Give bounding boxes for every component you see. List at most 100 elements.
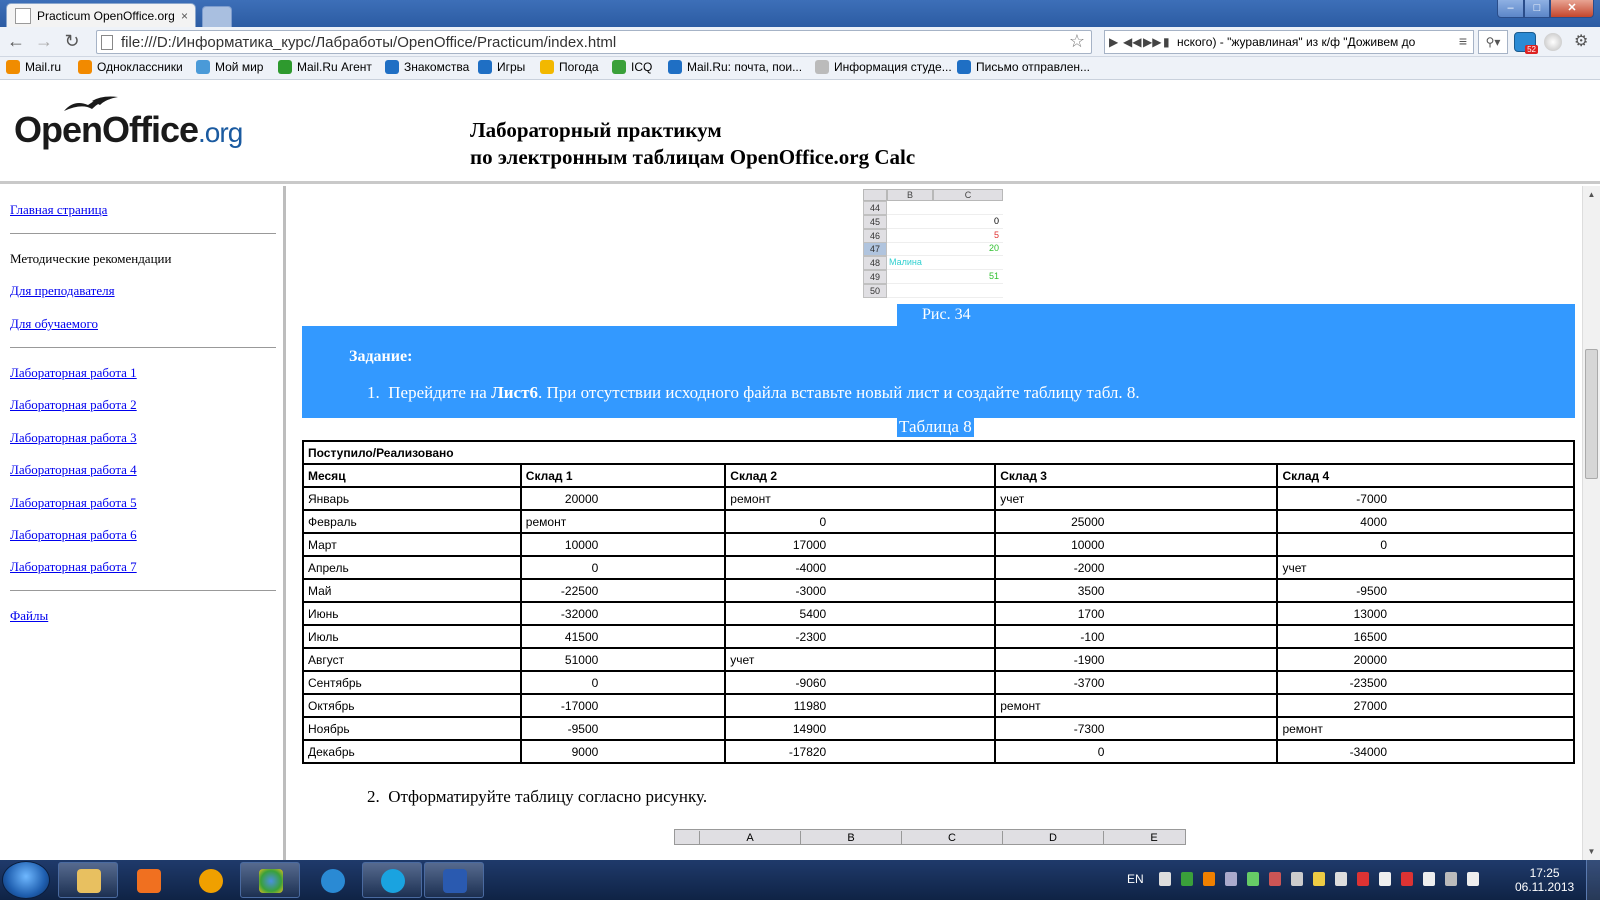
bookmark-item[interactable]: Одноклассники [78,60,183,74]
bluetooth-icon[interactable] [1225,872,1237,886]
fast-forward-icon[interactable]: ▶▶ [1143,35,1161,49]
tray-icon[interactable] [1379,872,1391,886]
bookmark-item[interactable]: Мой мир [196,60,263,74]
taskbar-mail-agent-button[interactable] [180,862,240,898]
sidebar-link-lab-4[interactable]: Лабораторная работа 4 [10,462,137,478]
sidebar-link-lab-1[interactable]: Лабораторная работа 1 [10,365,137,381]
bookmark-label: Одноклассники [97,60,183,74]
taskbar-chrome-button[interactable] [240,862,300,898]
browser-tab[interactable]: Practicum OpenOffice.org × [6,3,196,27]
tray-icon[interactable] [1269,872,1281,886]
task-item-1: 1. Перейдите на Лист6. При отсутствии ис… [367,383,1140,402]
table-cell: Февраль [302,509,522,534]
sidebar-link-lab-7[interactable]: Лабораторная работа 7 [10,559,137,575]
search-icon[interactable]: ⚲▾ [1478,30,1508,54]
table-cell: Апрель [302,555,522,580]
taskbar-skype-button[interactable] [362,862,422,898]
table-row: Январь 20000 ремонт учет -7000 [302,486,1575,511]
sidebar-link-lab-5[interactable]: Лабораторная работа 5 [10,495,137,511]
tray-icon[interactable] [1159,872,1171,886]
bookmark-favicon-icon [815,60,829,74]
media-player-widget[interactable]: ▶ ◀◀ ▶▶ ▮ нского) - "журавлиная" из к/ф … [1104,30,1474,54]
bookmark-star-icon[interactable]: ☆ [1069,31,1085,52]
table-title-row: Поступило/Реализовано [302,440,1575,465]
volume-icon[interactable]: ▮ [1163,35,1170,49]
new-tab-button[interactable] [202,6,232,27]
sidebar-link-lab-2[interactable]: Лабораторная работа 2 [10,397,137,413]
reload-icon[interactable]: ↻ [60,31,84,53]
forward-arrow-icon[interactable]: → [32,31,56,53]
table-cell: -9500 [519,716,727,741]
network-icon[interactable] [1445,872,1457,886]
table-cell: -4000 [724,555,997,580]
table-row: Июнь -32000 5400 1700 13000 [302,601,1575,626]
page-header: OpenOffice.org Лабораторный практикум по… [0,81,1600,184]
sheet-cell [887,229,933,243]
sidebar-link-lab-6[interactable]: Лабораторная работа 6 [10,527,137,543]
scroll-down-arrow-icon[interactable]: ▼ [1583,843,1600,860]
rewind-icon[interactable]: ◀◀ [1123,35,1141,49]
battery-icon[interactable] [1423,872,1435,886]
bookmark-item[interactable]: Информация студе... [815,60,952,74]
bookmark-item[interactable]: Mail.ru [6,60,61,74]
table-cell: 1700 [994,601,1279,626]
tray-icon[interactable] [1203,872,1215,886]
tray-icon[interactable] [1247,872,1259,886]
bookmark-item[interactable]: Mail.Ru Агент [278,60,372,74]
tray-icon[interactable] [1181,872,1193,886]
bookmark-item[interactable]: Игры [478,60,525,74]
url-text[interactable]: file:///D:/Информатика_курс/Лабработы/Op… [121,34,616,51]
taskbar-explorer-button[interactable] [58,862,118,898]
tray-icon[interactable] [1357,872,1369,886]
table-caption: Таблица 8 [897,417,974,437]
sidebar-link-files[interactable]: Файлы [10,608,48,624]
sidebar-link-home[interactable]: Главная страница [10,202,107,218]
clock-date: 06.11.2013 [1515,880,1575,894]
bookmark-item[interactable]: Mail.Ru: почта, пои... [668,60,802,74]
table-cell: 3500 [994,578,1279,603]
tray-icon[interactable] [1291,872,1303,886]
bookmark-item[interactable]: Письмо отправлен... [957,60,1090,74]
table-row: Апрель 0 -4000 -2000 учет [302,555,1575,580]
show-desktop-button[interactable] [1586,860,1600,900]
page-icon [101,35,113,50]
volume-icon[interactable] [1467,872,1479,886]
window-maximize-button[interactable]: □ [1524,0,1550,18]
bookmark-item[interactable]: Знакомства [385,60,469,74]
wrench-menu-icon[interactable]: ⚙ [1574,31,1588,51]
sidebar-link-lab-3[interactable]: Лабораторная работа 3 [10,430,137,446]
tab-close-icon[interactable]: × [181,9,188,23]
taskbar-word-button[interactable] [424,862,484,898]
tray-icon[interactable] [1335,872,1347,886]
sidebar-link-teacher[interactable]: Для преподавателя [10,283,115,299]
bookmark-favicon-icon [385,60,399,74]
language-indicator[interactable]: EN [1127,872,1144,886]
extension-icon[interactable] [1544,33,1562,51]
back-arrow-icon[interactable]: ← [4,31,28,53]
start-button[interactable] [2,861,50,899]
sidebar-divider [10,590,276,591]
system-clock[interactable]: 17:25 06.11.2013 [1515,866,1574,894]
address-bar[interactable]: file:///D:/Информатика_курс/Лабработы/Op… [96,30,1092,54]
window-close-button[interactable]: ✕ [1550,0,1594,18]
sheet-cell [933,201,1003,215]
bookmark-item[interactable]: Погода [540,60,599,74]
taskbar-ie-button[interactable] [302,862,362,898]
sheet-cell: 5 [933,229,1003,243]
window-minimize-button[interactable]: – [1497,0,1524,18]
bookmark-label: Мой мир [215,60,264,74]
media-menu-icon[interactable]: ≡ [1459,33,1467,49]
table-cell: Ноябрь [302,716,522,741]
sidebar-link-student[interactable]: Для обучаемого [10,316,98,332]
mail-extension-icon[interactable]: 52 [1514,32,1538,54]
scroll-up-arrow-icon[interactable]: ▲ [1583,186,1600,203]
taskbar-media-button[interactable] [118,862,178,898]
play-icon[interactable]: ▶ [1109,35,1118,49]
bookmark-item[interactable]: ICQ [612,60,652,74]
clock-time: 17:25 [1529,866,1560,880]
tray-icon[interactable] [1401,872,1413,886]
tray-icon[interactable] [1313,872,1325,886]
vertical-scrollbar[interactable]: ▲ ▼ [1582,186,1600,860]
scrollbar-thumb[interactable] [1585,349,1598,479]
table-cell: 27000 [1276,693,1575,718]
